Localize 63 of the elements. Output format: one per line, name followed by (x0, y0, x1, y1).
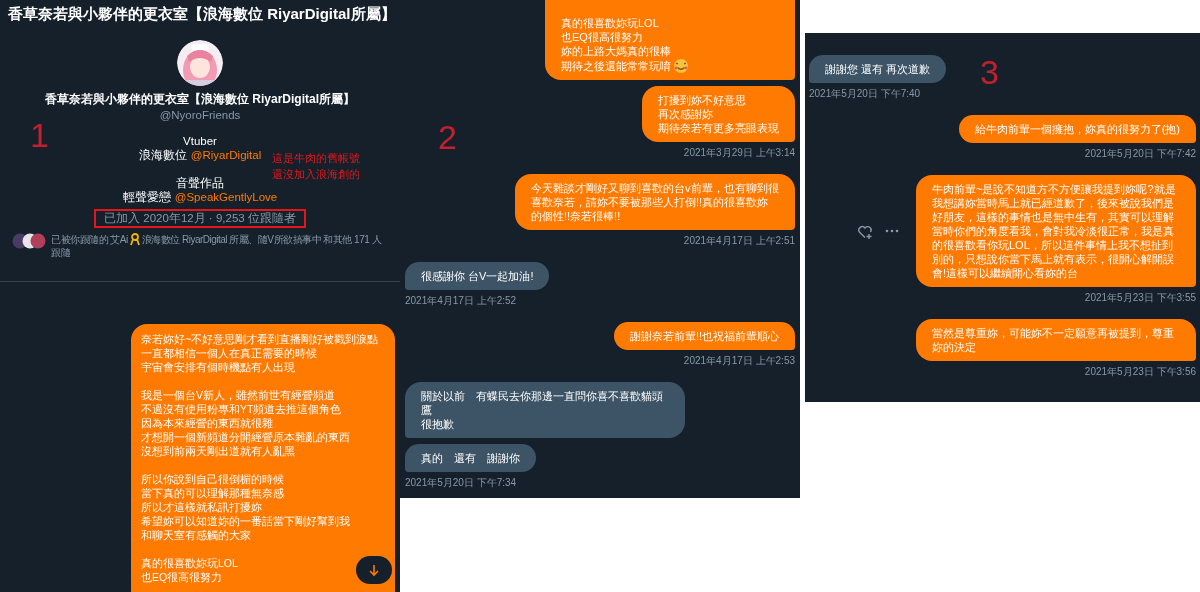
message-text: 很抱歉 (421, 417, 455, 431)
message-timestamp: 2021年3月29日 上午3:14 (683, 147, 795, 158)
message-text: 真的很喜歡妳玩LOL (141, 555, 238, 570)
annotation-note: 這是牛肉的舊帳號 (272, 150, 360, 166)
message-text: 很感謝你 台V一起加油! (421, 269, 534, 283)
message-timestamp: 2021年5月23日 下午3:56 (1084, 366, 1196, 377)
message-text: 再次感謝妳 (658, 107, 714, 121)
message-text: 牛肉前輩~是說不知道方不方便讓我提到妳呢?就是我想講妳當時馬上就已經道歉了，後來被說我們是好朋友，這樣的事情也是無中生有，其實可以理解當時你們的角度看我，會對我冷淡很正常，我是真的很喜歡看你玩LOL，所以這件事情上我不想扯到別的，只想說你當下馬上就有表示，很開心解開誤會!這樣可以繼續開心看妳的台 (932, 182, 1177, 280)
message-text: 宇宙會安排有個時機點有人出現 (141, 359, 295, 374)
message-timestamp: 2021年4月17日 上午2:52 (405, 295, 517, 306)
message-text: 打擾到妳不好意思 (658, 93, 747, 107)
bio-text: 輕聲愛戀 (122, 189, 171, 204)
join-date-info: 已加入 2020年12月 · 9,253 位跟隨者 (94, 208, 306, 228)
message-text: 所以你說到自己很倒楣的時候 (141, 471, 284, 486)
message-text: 才想開一個新頻道分開經營原本雜亂的東西 (141, 429, 350, 444)
annotation-number: 3 (980, 55, 999, 89)
message-text: 因為本來經營的東西就很雜 (141, 415, 273, 430)
message-text: 真的很喜歡妳玩LOL (561, 16, 660, 30)
message-text: 也EQ很高很努力 (561, 30, 644, 44)
profile-handle: @NyoroFriends (159, 107, 241, 122)
message-timestamp: 2021年4月17日 上午2:53 (683, 355, 795, 366)
profile-name: 香草奈若與小夥伴的更衣室【浪海數位 RiyarDigital所屬】 (45, 91, 355, 107)
message-text: 當下真的可以理解那種無奈感 (141, 485, 284, 500)
message-text: 希望妳可以知道妳的一番話當下剛好幫到我 (141, 513, 350, 528)
profile-title: 香草奈若與小夥伴的更衣室【浪海數位 RiyarDigital所屬】 (7, 4, 397, 24)
bio-text: Vtuber (183, 133, 217, 148)
message-text: 謝謝您 還有 再次道歉 (825, 62, 931, 76)
annotation-number: 2 (438, 120, 457, 154)
down-arrow-icon (368, 563, 380, 577)
message-text: 妳的上路大媽真的很棒 (561, 44, 672, 58)
message-timestamp: 2021年5月20日 下午7:40 (809, 88, 921, 99)
message-text: 當然是尊重妳，可能妳不一定願意再被提到，尊重妳的決定 (932, 326, 1175, 354)
message-timestamp: 2021年5月20日 下午7:34 (405, 477, 517, 488)
profile-link[interactable]: @RiyarDigital (190, 147, 262, 162)
message-text: 我是一個台V新人，雖然前世有經營頻道 (141, 387, 335, 402)
message-text: 奈若妳好~不好意思剛才看到直播剛好被戳到淚點 (141, 331, 379, 346)
bio-text: 音聲作品 (176, 175, 224, 190)
message-timestamp: 2021年4月17日 上午2:51 (683, 235, 795, 246)
react-icon[interactable] (857, 223, 872, 239)
message-text: 和聊天室有感觸的大家 (141, 527, 251, 542)
message-timestamp: 2021年5月20日 下午7:42 (1084, 148, 1196, 159)
followed-by-text: 跟隨 (51, 245, 70, 259)
message-text: 不過沒有使用粉專和YT頻道去推這個角色 (141, 401, 342, 416)
message-text: 一直都相信一個人在真正需要的時候 (141, 345, 317, 360)
message-text: 關於以前 有蝶民去你那邊一直問你喜不喜歡貓頭鷹 (421, 389, 664, 417)
message-text: 謝謝奈若前輩!!也祝福前輩順心 (629, 329, 779, 343)
message-text: 也EQ很高很努力 (141, 569, 223, 584)
message-text: 期待奈若有更多亮眼表現 (658, 121, 779, 135)
message-text: 所以才這樣就私訊打擾妳 (141, 499, 262, 514)
message-timestamp: 2021年5月23日 下午3:55 (1084, 292, 1196, 303)
ribbon-icon (129, 232, 140, 246)
message-text: 沒想到前兩天剛出道就有人亂黑 (141, 443, 295, 458)
profile-link[interactable]: @SpeakGentlyLove (174, 189, 278, 204)
message-text: 真的 還有 謝謝你 (421, 451, 520, 465)
message-text: 今天雜談才剛好又聊到喜歡的台v前輩，也有聊到很喜歡奈若，請妳不要被那些人打倒!!真的很喜歡妳的個性!!奈若很棒!! (531, 181, 779, 223)
annotation-number: 1 (30, 117, 49, 152)
follower-avatars-icon (12, 232, 46, 249)
followed-by-text: 浪海數位 RiyarDigital 所屬、隨V所欲搞事中 和其他 171 人 (141, 232, 382, 246)
annotation-note: 還沒加入浪海創的 (272, 166, 360, 182)
message-text: 期待之後還能常常玩唷 (561, 58, 671, 73)
message-text: 給牛肉前輩一個擁抱，妳真的很努力了(抱) (974, 122, 1180, 136)
bio-text: 浪海數位 (138, 147, 187, 162)
followed-by-text: 已被你跟隨的 艾Ai (51, 232, 128, 246)
